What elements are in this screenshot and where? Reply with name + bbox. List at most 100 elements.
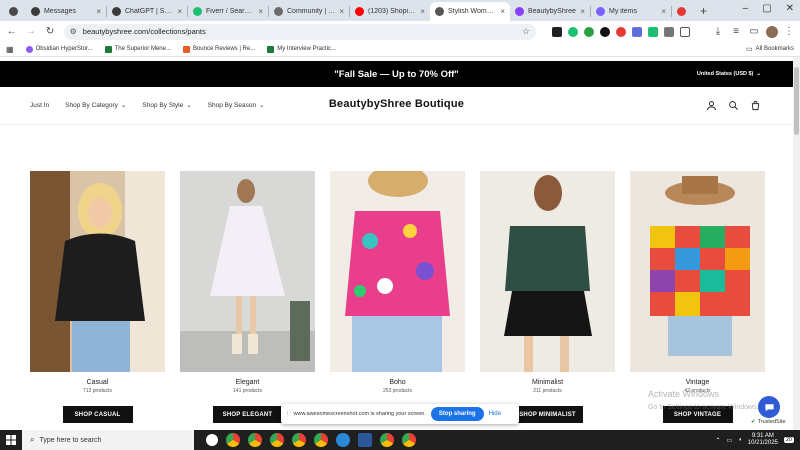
reload-icon[interactable]: ↻ [44, 26, 55, 37]
store-nav-item[interactable]: Shop By Category ⌄ [65, 101, 127, 110]
browser-tab[interactable]: Messages × [26, 2, 106, 21]
site-info-icon[interactable]: ⚙ [70, 27, 77, 36]
browser-tab[interactable]: ChatGPT | Smart × [107, 2, 187, 21]
close-tab-icon[interactable]: × [580, 7, 585, 16]
currency-selector[interactable]: United States (USD $) ⌄ [697, 71, 761, 77]
edge-icon[interactable] [336, 433, 350, 447]
network-icon[interactable]: ▭ [727, 437, 733, 444]
category-name[interactable]: Vintage [686, 379, 710, 386]
chrome-icon [9, 7, 18, 16]
extension-icon[interactable] [615, 26, 626, 37]
browser-tab[interactable]: Fiverr / Search F × [188, 2, 268, 21]
tab-favicon-icon [515, 7, 524, 16]
category-name[interactable]: Elegant [236, 379, 260, 386]
apps-grid-icon[interactable]: ▦ [6, 45, 14, 54]
bookmark-item[interactable]: Bounce Reviews | Re... [182, 45, 255, 53]
hide-button[interactable]: Hide [489, 411, 501, 417]
chrome-icon[interactable] [380, 433, 394, 447]
browser-tab[interactable] [672, 2, 694, 21]
tab-icon-only[interactable] [4, 2, 26, 21]
task-view-icon[interactable] [206, 434, 218, 446]
back-arrow-icon[interactable]: ← [6, 26, 17, 37]
chrome-icon[interactable] [402, 433, 416, 447]
browser-tab[interactable]: Community | Co × [269, 2, 349, 21]
browser-tab[interactable]: My items × [591, 2, 671, 21]
trusted-site-badge[interactable]: ✔ TrustedSite [748, 418, 789, 426]
browser-menu-icon[interactable]: ⋮ [784, 26, 794, 37]
store-nav-item[interactable]: Shop By Style ⌄ [142, 101, 191, 110]
scrollbar-thumb[interactable] [794, 67, 799, 135]
category-name[interactable]: Casual [87, 379, 109, 386]
volume-icon[interactable]: ◖ [738, 437, 742, 443]
shop-category-button[interactable]: SHOP ELEGANT [212, 406, 283, 423]
extension-icon[interactable] [631, 26, 642, 37]
close-tab-icon[interactable]: × [177, 7, 182, 16]
shop-category-button[interactable]: SHOP CASUAL [62, 406, 133, 423]
maximize-button[interactable]: ▢ [762, 3, 771, 14]
browser-tab[interactable]: Stylish Women's × [430, 2, 510, 21]
store-nav-item[interactable]: Shop By Season ⌄ [208, 101, 265, 110]
drag-handle-icon[interactable]: ⁞ [287, 411, 289, 417]
word-icon[interactable] [358, 433, 372, 447]
close-tab-icon[interactable]: × [96, 7, 101, 16]
extension-icon[interactable] [599, 26, 610, 37]
extension-icon[interactable] [647, 26, 658, 37]
puzzle-icon[interactable] [679, 26, 690, 37]
cast-icon[interactable]: ▭ [748, 26, 760, 37]
extension-icon[interactable] [567, 26, 578, 37]
close-tab-icon[interactable]: × [500, 7, 505, 16]
category-name[interactable]: Minimalist [532, 379, 563, 386]
notification-icon[interactable]: 20 [783, 437, 794, 443]
cart-icon[interactable] [750, 100, 761, 111]
bookmark-item[interactable]: Obsidian HyperStor... [25, 45, 93, 53]
reading-list-icon[interactable]: ≡ [730, 26, 742, 37]
bookmark-favicon-icon [104, 45, 112, 53]
extension-icon[interactable] [583, 26, 594, 37]
browser-tab[interactable]: (1203) Shopify S × [350, 2, 430, 21]
bookmark-item[interactable]: The Superior Mene... [104, 45, 171, 53]
taskbar-search[interactable]: ⌕ Type here to search [22, 430, 194, 450]
search-icon[interactable] [728, 100, 739, 111]
category-image[interactable] [480, 171, 615, 372]
category-card: Elegant 141 products SHOP ELEGANT [180, 171, 315, 423]
close-tab-icon[interactable]: × [339, 7, 344, 16]
download-icon[interactable]: ⤓ [712, 26, 724, 37]
store-nav-item[interactable]: Just In [30, 101, 49, 109]
close-tab-icon[interactable]: × [258, 7, 263, 16]
chrome-icon[interactable] [314, 433, 328, 447]
all-bookmarks[interactable]: ▭ All Bookmarks [746, 45, 794, 53]
url-text[interactable]: beautybyshree.com/collections/pants [83, 27, 206, 36]
account-icon[interactable] [706, 100, 717, 111]
chat-widget-button[interactable] [758, 396, 780, 418]
chrome-icon[interactable] [270, 433, 284, 447]
extension-icon[interactable] [551, 26, 562, 37]
extension-icon[interactable] [663, 26, 674, 37]
close-window-button[interactable]: ✕ [786, 3, 794, 14]
clock[interactable]: 9:31 AM 10/21/2025 [748, 433, 778, 447]
bookmark-star-icon[interactable]: ☆ [522, 26, 530, 37]
chrome-icon[interactable] [248, 433, 262, 447]
category-image[interactable] [30, 171, 165, 372]
chevron-up-icon[interactable]: ⌃ [716, 437, 721, 444]
new-tab-button[interactable]: + [694, 4, 713, 18]
windows-start-icon[interactable] [0, 435, 22, 445]
tab-favicon-icon [31, 7, 40, 16]
bookmark-item[interactable]: My Interview Practic... [267, 45, 336, 53]
address-bar[interactable]: ⚙ beautybyshree.com/collections/pants ☆ [63, 23, 536, 40]
chrome-icon[interactable] [226, 433, 240, 447]
category-name[interactable]: Boho [389, 379, 405, 386]
chrome-icon[interactable] [292, 433, 306, 447]
shop-category-button[interactable]: SHOP MINIMALIST [512, 406, 583, 423]
page-scrollbar[interactable] [793, 57, 800, 430]
forward-arrow-icon[interactable]: → [25, 26, 36, 37]
stop-sharing-button[interactable]: Stop sharing [430, 407, 484, 421]
profile-avatar[interactable] [765, 25, 778, 38]
category-image[interactable] [330, 171, 465, 372]
close-tab-icon[interactable]: × [661, 7, 666, 16]
chevron-down-icon: ⌄ [120, 102, 127, 109]
browser-tab[interactable]: BeautybyShree × [510, 2, 590, 21]
close-tab-icon[interactable]: × [420, 7, 425, 16]
category-image[interactable] [180, 171, 315, 372]
category-image[interactable] [630, 171, 765, 372]
minimize-button[interactable]: – [743, 3, 749, 14]
